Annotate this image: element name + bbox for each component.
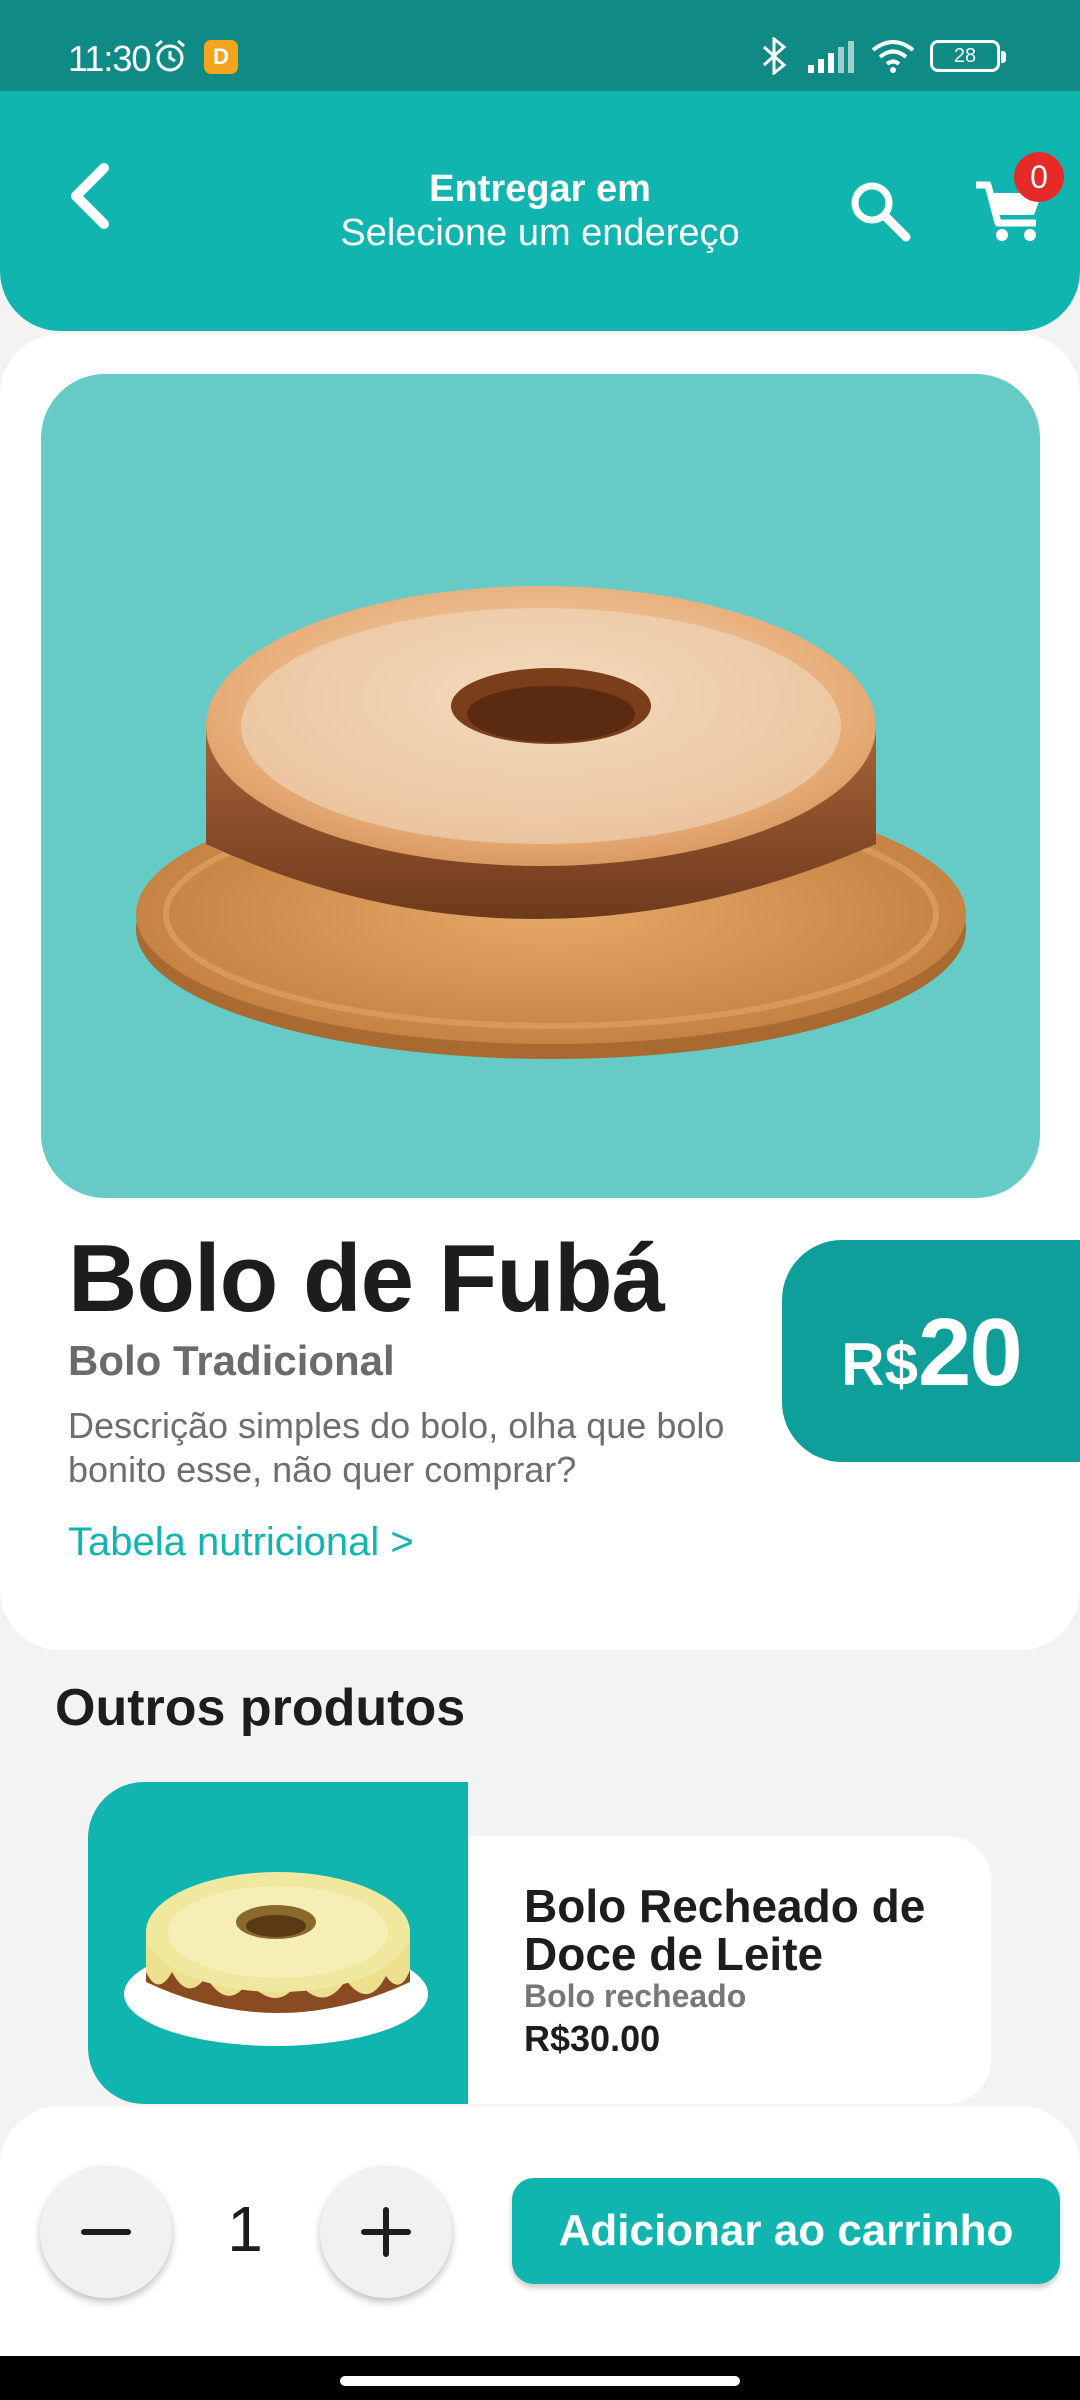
plus-icon [361, 2207, 411, 2257]
bluetooth-icon [762, 37, 787, 75]
signal-icon [808, 41, 854, 73]
status-time: 11:30 [68, 38, 151, 79]
delivery-address-selector[interactable]: Entregar em Selecione um endereço [240, 167, 840, 255]
product-description: Descrição simples do bolo, olha que bolo… [68, 1405, 725, 1490]
add-to-cart-bar: 1 Adicionar ao carrinho [0, 2106, 1080, 2356]
product-list-item[interactable]: Bolo Recheado de Doce de Leite Bolo rech… [88, 1782, 991, 2104]
decrease-quantity-button[interactable] [40, 2166, 172, 2298]
app-header: Entregar em Selecione um endereço [0, 91, 1080, 331]
minus-icon [81, 2229, 131, 2235]
search-button[interactable] [840, 171, 920, 251]
home-indicator[interactable] [340, 2376, 740, 2386]
nutrition-table-link[interactable]: Tabela nutricional > [68, 1520, 414, 1565]
alarm-icon [155, 39, 185, 72]
product-card: Bolo de Fubá Bolo Tradicional Descrição … [0, 334, 1080, 1650]
quantity-value: 1 [227, 2193, 263, 2265]
wifi-icon [871, 40, 915, 73]
product-list-item-name: Bolo Recheado de Doce de Leite [524, 1880, 926, 1980]
price-currency: R$ [841, 1331, 918, 1398]
battery-level: 28 [953, 45, 977, 67]
price-value: 20 [917, 1299, 1023, 1406]
product-category: Bolo Tradicional [68, 1337, 395, 1384]
status-icons: 28 [758, 36, 1006, 76]
product-list-item-category: Bolo recheado [524, 1978, 747, 2014]
chevron-left-icon [71, 163, 109, 229]
product-list-item-image [88, 1782, 468, 2104]
app-notification-icon: D [204, 40, 238, 74]
product-list-item-price: R$30.00 [524, 2018, 661, 2059]
other-products-title: Outros produtos [55, 1679, 466, 1737]
price-tag: R$ 20 [782, 1240, 1080, 1462]
increase-quantity-button[interactable] [320, 2166, 452, 2298]
search-icon [851, 182, 911, 242]
product-image [41, 374, 1040, 1198]
status-bar: 11:30 D 28 [0, 0, 1080, 91]
cart-count-badge: 0 [1014, 152, 1064, 202]
delivery-title: Entregar em [429, 168, 651, 210]
filled-cake-illustration [124, 1872, 428, 2046]
battery-icon: 28 [930, 40, 1006, 72]
delivery-address: Selecione um endereço [340, 212, 740, 254]
system-navigation-bar [0, 2356, 1080, 2400]
product-name: Bolo de Fubá [68, 1225, 665, 1332]
add-to-cart-button[interactable]: Adicionar ao carrinho [512, 2178, 1060, 2284]
back-button[interactable] [50, 151, 130, 241]
cake-illustration [136, 586, 966, 1059]
